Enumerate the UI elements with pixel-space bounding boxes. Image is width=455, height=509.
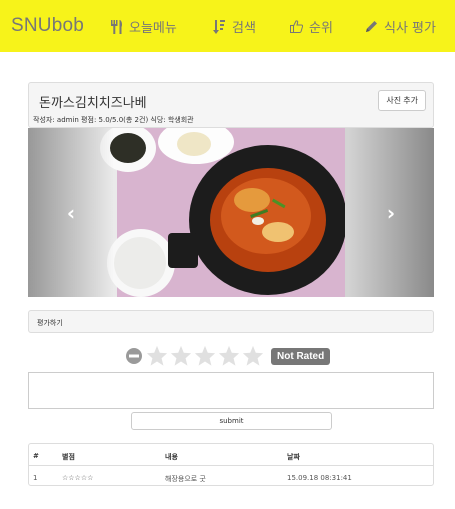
nav-label: 오늘메뉴 xyxy=(129,21,177,36)
star-icon-4[interactable] xyxy=(218,345,240,367)
top-navbar: SNUbob 오늘메뉴 검색 순위 식사 평가 xyxy=(0,0,455,52)
row-date: 15.09.18 08:31:41 xyxy=(287,474,352,482)
minus-circle-icon[interactable] xyxy=(125,347,143,365)
star-rating xyxy=(28,345,434,367)
star-icon-2[interactable] xyxy=(170,345,192,367)
carousel-next-button[interactable]: › xyxy=(348,128,434,297)
column-header-stars: 별점 xyxy=(62,453,75,461)
nav-label: 식사 평가 xyxy=(384,21,436,36)
brand-logo[interactable]: SNUbob xyxy=(11,15,84,37)
row-content: 해장용으로 굿 xyxy=(165,475,206,483)
star-icon-5[interactable] xyxy=(242,345,264,367)
carousel-prev-button[interactable]: ‹ xyxy=(28,128,114,297)
food-title: 돈까스김치치즈나베 xyxy=(39,96,147,111)
nav-meal-review[interactable]: 식사 평가 xyxy=(364,17,436,36)
food-panel-header: 돈까스김치치즈나베 사진 추가 작성자: admin 평점: 5.0/5.0(총… xyxy=(28,82,434,128)
add-photo-button[interactable]: 사진 추가 xyxy=(378,90,426,111)
rating-panel-header: 평가하기 xyxy=(28,310,434,333)
row-stars: ☆☆☆☆☆ xyxy=(62,474,94,482)
photo-carousel: ‹ › xyxy=(28,128,434,297)
fork-knife-icon xyxy=(109,19,123,34)
column-header-date: 날짜 xyxy=(287,453,300,461)
submit-button[interactable]: submit xyxy=(131,412,332,430)
star-icon-1[interactable] xyxy=(146,345,168,367)
column-header-num: # xyxy=(33,452,39,460)
nav-ranking[interactable]: 순위 xyxy=(289,17,333,36)
column-header-content: 내용 xyxy=(165,453,178,461)
chevron-right-icon: › xyxy=(386,200,396,225)
review-textarea[interactable] xyxy=(28,372,434,409)
table-divider xyxy=(29,465,433,466)
chevron-left-icon: ‹ xyxy=(66,200,76,225)
nav-label: 검색 xyxy=(232,21,256,36)
pencil-icon xyxy=(364,20,378,34)
rating-status-badge: Not Rated xyxy=(271,348,331,365)
nav-label: 순위 xyxy=(309,21,333,36)
sort-icon xyxy=(212,19,226,34)
star-icon-3[interactable] xyxy=(194,345,216,367)
food-meta: 작성자: admin 평점: 5.0/5.0(총 2건) 식당: 학생회관 xyxy=(33,116,194,124)
reviews-table: # 별점 내용 날짜 1 ☆☆☆☆☆ 해장용으로 굿 15.09.18 08:3… xyxy=(28,443,434,486)
nav-today-menu[interactable]: 오늘메뉴 xyxy=(109,17,177,36)
rating-title: 평가하기 xyxy=(37,319,63,327)
row-num: 1 xyxy=(33,474,38,482)
nav-search[interactable]: 검색 xyxy=(212,17,256,36)
thumbs-up-icon xyxy=(289,20,303,34)
